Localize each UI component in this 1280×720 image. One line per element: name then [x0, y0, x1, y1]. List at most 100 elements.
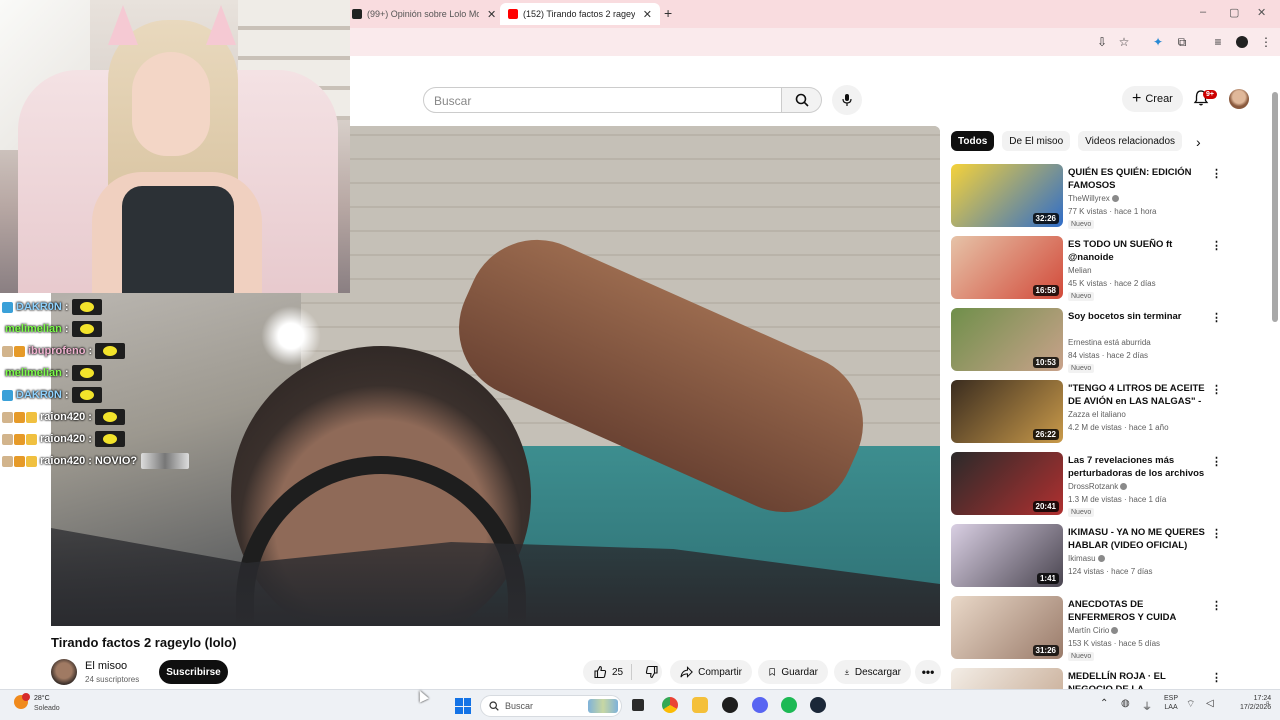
video-thumbnail[interactable]: 1:41	[951, 524, 1063, 587]
account-avatar[interactable]	[1229, 89, 1249, 109]
save-button[interactable]: Guardar	[758, 660, 828, 684]
new-tab-button[interactable]: +	[664, 5, 672, 21]
like-button[interactable]: 25	[583, 664, 633, 680]
tab-close-icon[interactable]: ✕	[487, 8, 496, 21]
video-thumbnail[interactable]: 31:26	[951, 596, 1063, 659]
video-menu-icon[interactable]: ⋮	[1211, 311, 1222, 324]
tab-close-icon[interactable]: ✕	[643, 8, 652, 21]
reading-list-icon[interactable]: ≡	[1210, 34, 1226, 50]
notification-center-icon[interactable]: ▫	[1266, 698, 1270, 709]
video-menu-icon[interactable]: ⋮	[1211, 671, 1222, 684]
download-button[interactable]: Descargar	[834, 660, 911, 684]
video-channel[interactable]: Zazza el italiano	[1068, 410, 1126, 419]
browser-tab-tirando-factos[interactable]: (152) Tirando factos 2 rageylo ✕	[500, 3, 660, 25]
video-thumbnail[interactable]: 32:26	[951, 164, 1063, 227]
chat-emote-icon	[141, 453, 190, 469]
video-title[interactable]: Las 7 revelaciones más perturbadoras de …	[1068, 454, 1210, 480]
new-badge: Nuevo	[1068, 652, 1095, 661]
chevron-right-icon[interactable]: ›	[1196, 134, 1201, 150]
extension-icon[interactable]: ✦	[1150, 34, 1166, 50]
recommended-video[interactable]: 26:22 "TENGO 4 LITROS DE ACEITE DE AVIÓN …	[951, 380, 1222, 451]
chat-badges	[2, 301, 13, 313]
video-channel[interactable]: Ernestina está aburrida	[1068, 338, 1151, 347]
steam-icon[interactable]	[810, 697, 826, 713]
minimize-button[interactable]: –	[1200, 6, 1206, 18]
star-icon[interactable]: ☆	[1116, 34, 1132, 50]
recommended-video[interactable]: 10:53 Soy bocetos sin terminar Ernestina e…	[951, 308, 1222, 379]
browser-tab-opinion[interactable]: (99+) Opinión sobre Lolo Moral ✕	[344, 3, 504, 25]
chat-badges	[2, 389, 13, 401]
chat-badge-icon	[2, 389, 13, 401]
close-window-button[interactable]: ✕	[1257, 6, 1266, 19]
video-menu-icon[interactable]: ⋮	[1211, 455, 1222, 468]
chat-badge-icon	[14, 433, 25, 445]
chat-username: melimelian	[5, 367, 62, 379]
chat-emote-icon	[95, 343, 126, 359]
input-language[interactable]: ESP LAA	[1164, 694, 1178, 712]
video-channel[interactable]: Ikimasu	[1068, 554, 1105, 563]
windows-start-icon[interactable]	[455, 698, 471, 714]
profile-icon[interactable]	[1234, 34, 1250, 50]
wifi-icon[interactable]: ⌔	[1186, 698, 1195, 711]
menu-icon[interactable]: ⋮	[1258, 34, 1274, 50]
video-title[interactable]: "TENGO 4 LITROS DE ACEITE DE AVIÓN en LA…	[1068, 382, 1210, 408]
video-channel[interactable]: Melian	[1068, 266, 1092, 275]
channel-name[interactable]: El misoo	[85, 660, 127, 672]
video-menu-icon[interactable]: ⋮	[1211, 167, 1222, 180]
volume-icon[interactable]: ◁	[1206, 698, 1214, 709]
weather-condition[interactable]: Soleado	[34, 705, 60, 712]
video-channel[interactable]: TheWillyrex	[1068, 194, 1119, 203]
channel-avatar[interactable]	[51, 659, 77, 685]
spotify-icon[interactable]	[781, 697, 797, 713]
recommended-video[interactable]: 16:58 ES TODO UN SUEÑO ft @nanoide Melian 4…	[951, 236, 1222, 307]
recommended-video[interactable]: 32:26 QUIÉN ES QUIÉN: EDICIÓN FAMOSOS TheW…	[951, 164, 1222, 235]
like-count: 25	[612, 666, 624, 678]
file-explorer-icon[interactable]	[692, 697, 708, 713]
discord-icon[interactable]	[752, 697, 768, 713]
chat-badge-icon	[14, 345, 25, 357]
more-actions-button[interactable]: •••	[915, 660, 941, 684]
task-view-icon[interactable]	[632, 699, 644, 711]
video-thumbnail[interactable]: 20:41	[951, 452, 1063, 515]
video-thumbnail[interactable]: 10:53	[951, 308, 1063, 371]
video-menu-icon[interactable]: ⋮	[1211, 599, 1222, 612]
chevron-up-icon[interactable]: ⌃	[1100, 698, 1108, 709]
dislike-button[interactable]	[637, 665, 667, 679]
recommended-video[interactable]: 31:26 ANECDOTAS DE ENFERMEROS Y CUIDA VIE…	[951, 596, 1222, 667]
scrollbar-thumb[interactable]	[1272, 92, 1278, 322]
microphone-icon[interactable]: ⏚	[1142, 698, 1152, 713]
video-channel[interactable]: Martín Cirio	[1068, 626, 1119, 635]
video-menu-icon[interactable]: ⋮	[1211, 527, 1222, 540]
extension-puzzle-icon[interactable]: ⧉	[1174, 34, 1190, 50]
chip-de-el-misoo[interactable]: De El misoo	[1002, 131, 1071, 151]
weather-temperature[interactable]: 28°C	[34, 695, 50, 702]
chrome-icon[interactable]	[662, 697, 678, 713]
share-button[interactable]: Compartir	[670, 660, 752, 684]
chip-videos-relacionados[interactable]: Videos relacionados	[1078, 131, 1183, 151]
install-icon[interactable]: ⇩	[1094, 34, 1110, 50]
taskbar-search[interactable]: Buscar	[480, 695, 622, 717]
video-menu-icon[interactable]: ⋮	[1211, 383, 1222, 396]
video-title[interactable]: ES TODO UN SUEÑO ft @nanoide	[1068, 238, 1210, 264]
voice-search-button[interactable]	[832, 85, 862, 115]
recommended-video[interactable]: 1:41 IKIMASU - YA NO ME QUERES HABLAR (VI…	[951, 524, 1222, 595]
video-thumbnail[interactable]: 26:22	[951, 380, 1063, 443]
chip-todos[interactable]: Todos	[951, 131, 995, 151]
tab-title: (152) Tirando factos 2 rageylo	[523, 9, 635, 19]
cat-ear-icon	[108, 5, 138, 45]
recommended-video[interactable]: 20:41 Las 7 revelaciones más perturbadora…	[951, 452, 1222, 523]
maximize-button[interactable]: ▢	[1229, 6, 1239, 19]
video-thumbnail[interactable]: 16:58	[951, 236, 1063, 299]
obs-icon[interactable]	[722, 697, 738, 713]
video-title[interactable]: IKIMASU - YA NO ME QUERES HABLAR (VIDEO …	[1068, 526, 1210, 552]
video-title[interactable]: QUIÉN ES QUIÉN: EDICIÓN FAMOSOS	[1068, 166, 1210, 192]
video-title[interactable]: Soy bocetos sin terminar	[1068, 310, 1210, 323]
search-input[interactable]: Buscar	[423, 87, 782, 113]
video-menu-icon[interactable]: ⋮	[1211, 239, 1222, 252]
subscribe-button[interactable]: Suscribirse	[159, 660, 228, 684]
video-title[interactable]: ANECDOTAS DE ENFERMEROS Y CUIDA VIEJOS	[1068, 598, 1210, 624]
search-button[interactable]	[782, 87, 822, 113]
network-icon[interactable]: ◍	[1121, 698, 1130, 709]
video-channel[interactable]: DrossRotzank	[1068, 482, 1128, 491]
create-button[interactable]: + Crear	[1122, 86, 1183, 112]
